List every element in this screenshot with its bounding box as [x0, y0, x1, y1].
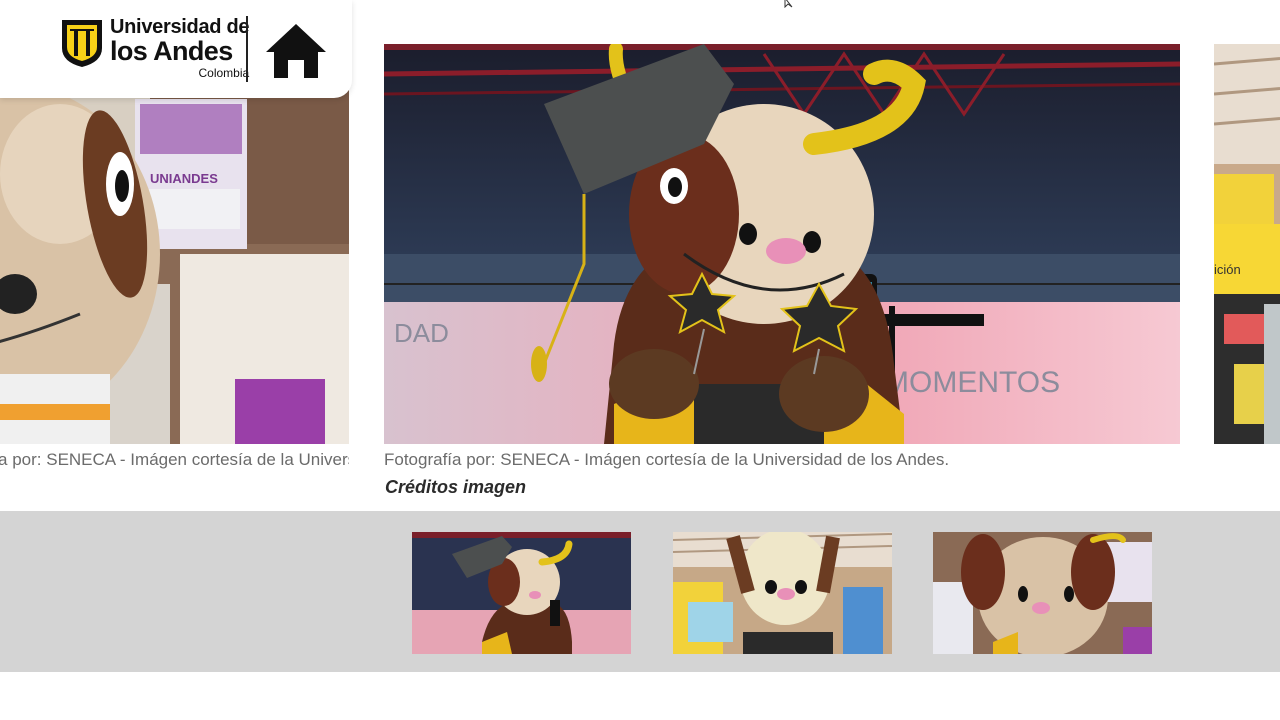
- previous-slide-image[interactable]: UNIANDES: [0, 44, 349, 444]
- gallery-page: UNIANDES Fotografía por: SENECA - Imágen…: [0, 0, 1280, 720]
- credits-label: Créditos imagen: [385, 477, 527, 497]
- university-logo-text: Universidad de los Andes Colombia: [110, 16, 249, 80]
- logo-line-3: Colombia: [198, 66, 250, 80]
- header-card: Universidad de los Andes Colombia: [0, 0, 352, 98]
- university-shield-logo: [62, 20, 102, 67]
- thumbnail-mascot-bookstore[interactable]: [673, 532, 892, 654]
- svg-text:DAD: DAD: [394, 318, 449, 348]
- thumbnail-strip: [0, 511, 1280, 672]
- svg-text:MOMENTOS: MOMENTOS: [884, 366, 1060, 399]
- mouse-cursor-icon: [784, 0, 793, 8]
- home-button[interactable]: [264, 20, 328, 80]
- logo-line-2: los Andes: [110, 36, 233, 66]
- logo-line-1: Universidad de: [110, 16, 250, 38]
- header-divider: [246, 16, 248, 82]
- main-slide-caption: Fotografía por: SENECA - Imágen cortesía…: [384, 450, 950, 469]
- previous-slide-caption: Fotografía por: SENECA - Imágen cortesía…: [0, 450, 349, 469]
- next-slide-image[interactable]: ición: [1214, 44, 1280, 444]
- main-slide-image[interactable]: DAD MOMENTOS: [384, 44, 1180, 444]
- thumbnail-mascot-graduation[interactable]: [412, 532, 631, 654]
- svg-text:ición: ición: [1214, 262, 1241, 277]
- home-icon: [266, 24, 326, 78]
- thumbnail-mascot-campus[interactable]: [933, 532, 1152, 654]
- svg-text:UNIANDES: UNIANDES: [150, 171, 218, 186]
